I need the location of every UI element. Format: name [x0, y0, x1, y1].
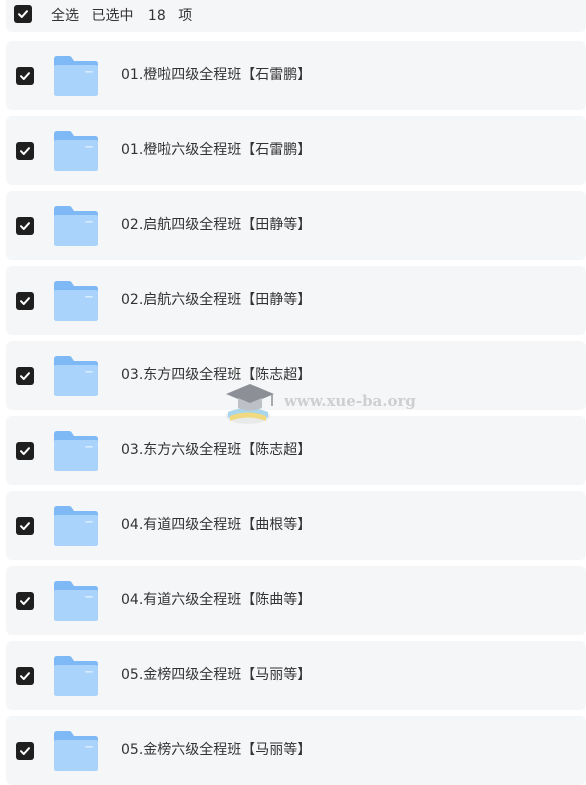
folder-icon: [54, 431, 98, 471]
selected-suffix: 项: [178, 8, 193, 24]
file-row[interactable]: 04.有道四级全程班【曲根等】: [6, 491, 586, 560]
file-checkbox[interactable]: [16, 367, 34, 385]
checkmark-icon: [20, 597, 30, 605]
file-checkbox[interactable]: [16, 292, 34, 310]
folder-icon: [54, 506, 98, 546]
checkmark-icon: [20, 147, 30, 155]
file-name[interactable]: 01.橙啦六级全程班【石雷鹏】: [121, 140, 311, 160]
select-all-checkbox[interactable]: [14, 5, 32, 23]
checkmark-icon: [20, 222, 30, 230]
checkmark-icon: [20, 747, 30, 755]
folder-icon: [54, 581, 98, 621]
folder-icon: [54, 131, 98, 171]
folder-icon: [54, 56, 98, 96]
checkmark-icon: [20, 672, 30, 680]
file-row[interactable]: 05.金榜四级全程班【马丽等】: [6, 641, 586, 710]
file-row[interactable]: 02.启航六级全程班【田静等】: [6, 266, 586, 335]
file-row[interactable]: 01.橙啦四级全程班【石雷鹏】: [6, 41, 586, 110]
selected-count: 18: [147, 8, 166, 24]
select-all-label[interactable]: 全选: [51, 8, 79, 24]
watermark: www.xue-ba.org: [222, 378, 422, 428]
file-checkbox[interactable]: [16, 442, 34, 460]
file-checkbox[interactable]: [16, 517, 34, 535]
graduation-cap-icon: [226, 384, 274, 424]
file-name[interactable]: 04.有道四级全程班【曲根等】: [121, 515, 311, 535]
selected-prefix: 已选中: [91, 8, 134, 24]
file-name[interactable]: 05.金榜六级全程班【马丽等】: [121, 740, 311, 760]
file-checkbox[interactable]: [16, 667, 34, 685]
file-name[interactable]: 02.启航六级全程班【田静等】: [121, 290, 311, 310]
file-checkbox[interactable]: [16, 217, 34, 235]
file-name[interactable]: 05.金榜四级全程班【马丽等】: [121, 665, 311, 685]
checkmark-icon: [20, 297, 30, 305]
file-row[interactable]: 05.金榜六级全程班【马丽等】: [6, 716, 586, 785]
folder-icon: [54, 731, 98, 771]
file-row[interactable]: 01.橙啦六级全程班【石雷鹏】: [6, 116, 586, 185]
file-name[interactable]: 01.橙啦四级全程班【石雷鹏】: [121, 65, 311, 85]
file-name[interactable]: 02.启航四级全程班【田静等】: [121, 215, 311, 235]
checkmark-icon: [20, 372, 30, 380]
checkmark-icon: [20, 447, 30, 455]
checkmark-icon: [18, 10, 28, 18]
watermark-text: www.xue-ba.org: [284, 392, 416, 410]
folder-icon: [54, 356, 98, 396]
file-checkbox[interactable]: [16, 592, 34, 610]
file-checkbox[interactable]: [16, 742, 34, 760]
selection-header: 全选 已选中 18 项: [6, 0, 586, 32]
folder-icon: [54, 206, 98, 246]
file-row[interactable]: 02.启航四级全程班【田静等】: [6, 191, 586, 260]
file-row[interactable]: 04.有道六级全程班【陈曲等】: [6, 566, 586, 635]
file-name[interactable]: 04.有道六级全程班【陈曲等】: [121, 590, 311, 610]
file-checkbox[interactable]: [16, 142, 34, 160]
selection-summary: 全选 已选中 18 项: [51, 6, 200, 26]
file-checkbox[interactable]: [16, 67, 34, 85]
checkmark-icon: [20, 522, 30, 530]
folder-icon: [54, 656, 98, 696]
file-name[interactable]: 03.东方六级全程班【陈志超】: [121, 440, 311, 460]
checkmark-icon: [20, 72, 30, 80]
folder-icon: [54, 281, 98, 321]
